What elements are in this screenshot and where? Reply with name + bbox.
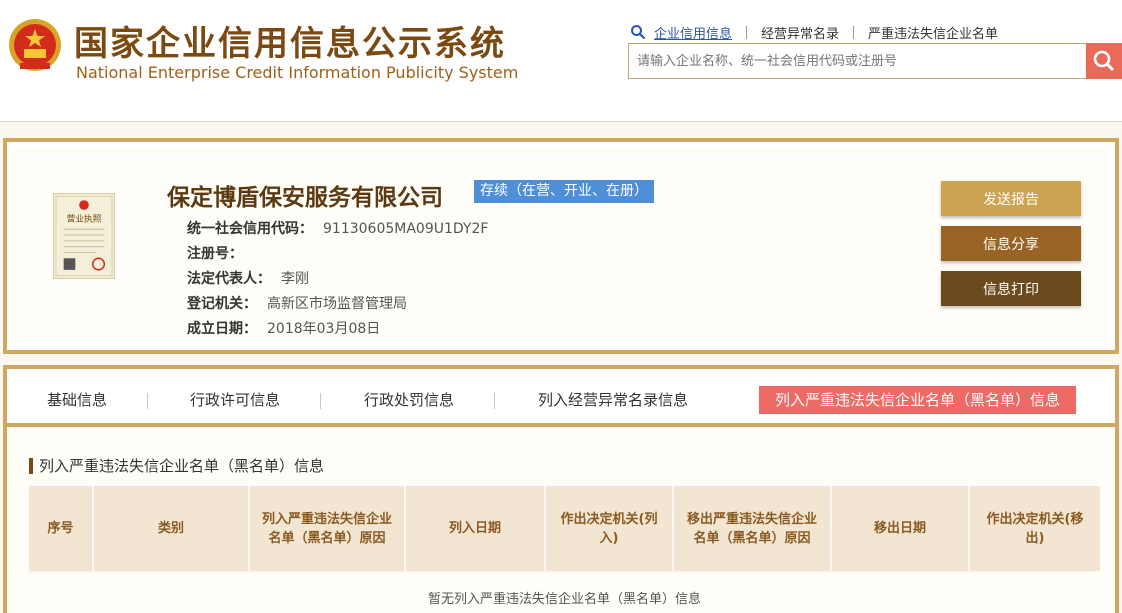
company-summary-body: 营业执照 保定博盾保安服务有限公司 存续（在营、开业、在册） 统一社会信用代码：… — [13, 148, 1109, 344]
national-emblem-icon — [9, 19, 61, 71]
blacklist-table: 序号 类别 列入严重违法失信企业名单（黑名单）原因 列入日期 作出决定机关(列入… — [29, 486, 1100, 613]
field-label: 成立日期： — [187, 321, 257, 337]
nav-link-credit-info[interactable]: 企业信用信息 — [654, 23, 746, 42]
site-title: 国家企业信用信息公示系统 — [74, 24, 506, 64]
col-header-index: 序号 — [29, 486, 94, 572]
search-icon — [1093, 50, 1115, 72]
field-label: 法定代表人： — [187, 271, 271, 287]
col-header-removed-reason: 移出严重违法失信企业名单（黑名单）原因 — [673, 486, 832, 572]
search-bar — [628, 43, 1122, 79]
tab-divider — [320, 393, 321, 409]
status-badge: 存续（在营、开业、在册） — [474, 180, 654, 203]
field-label: 注册号： — [187, 246, 243, 262]
site-subtitle: National Enterprise Credit Information P… — [76, 63, 519, 82]
info-row-registration-no: 注册号： — [187, 243, 253, 263]
top-nav: 企业信用信息 经营异常名录 严重违法失信企业名单 — [630, 23, 1012, 42]
section-title-text: 列入严重违法失信企业名单（黑名单）信息 — [39, 457, 325, 475]
share-info-button[interactable]: 信息分享 — [941, 226, 1081, 261]
tab-blacklist[interactable]: 列入严重违法失信企业名单（黑名单）信息 — [759, 386, 1077, 414]
license-title: 营业执照 — [67, 212, 102, 224]
business-license-thumbnail[interactable]: 营业执照 — [53, 193, 115, 279]
print-info-button[interactable]: 信息打印 — [941, 271, 1081, 306]
company-name: 保定博盾保安服务有限公司 — [167, 185, 443, 211]
field-label: 统一社会信用代码： — [187, 221, 313, 237]
nav-link-abnormal-list[interactable]: 经营异常名录 — [747, 23, 853, 42]
info-row-established: 成立日期： 2018年03月08日 — [187, 318, 380, 338]
info-row-credit-code: 统一社会信用代码： 91130605MA09U1DY2F — [187, 218, 488, 238]
search-input[interactable] — [628, 43, 1086, 79]
established-date-value: 2018年03月08日 — [267, 321, 381, 337]
search-icon — [631, 25, 646, 40]
site-header: 国家企业信用信息公示系统 National Enterprise Credit … — [0, 0, 1122, 122]
info-row-legal-rep: 法定代表人： 李刚 — [187, 268, 309, 288]
tab-admin-penalty[interactable]: 行政处罚信息 — [364, 386, 454, 414]
send-report-button[interactable]: 发送报告 — [941, 181, 1081, 216]
legal-rep-value: 李刚 — [281, 271, 309, 287]
tab-admin-license[interactable]: 行政许可信息 — [190, 386, 280, 414]
detail-panel: 基础信息 行政许可信息 行政处罚信息 列入经营异常名录信息 列入严重违法失信企业… — [3, 365, 1119, 613]
field-label: 登记机关： — [187, 296, 257, 312]
col-header-removed-authority: 作出决定机关(移出) — [969, 486, 1100, 572]
company-summary-panel: 营业执照 保定博盾保安服务有限公司 存续（在营、开业、在册） 统一社会信用代码：… — [3, 138, 1119, 354]
tab-divider — [147, 393, 148, 409]
table-header-row: 序号 类别 列入严重违法失信企业名单（黑名单）原因 列入日期 作出决定机关(列入… — [29, 486, 1100, 572]
col-header-listed-reason: 列入严重违法失信企业名单（黑名单）原因 — [249, 486, 406, 572]
nav-link-blacklist[interactable]: 严重违法失信企业名单 — [854, 23, 1012, 42]
section-title: 列入严重违法失信企业名单（黑名单）信息 — [29, 455, 324, 476]
tab-divider — [494, 393, 495, 409]
col-header-listed-authority: 作出决定机关(列入) — [545, 486, 674, 572]
table-row: 暂无列入严重违法失信企业名单（黑名单）信息 — [29, 571, 1100, 613]
authority-value: 高新区市场监督管理局 — [267, 296, 407, 312]
empty-message: 暂无列入严重违法失信企业名单（黑名单）信息 — [29, 571, 1100, 613]
tab-abnormal-list[interactable]: 列入经营异常名录信息 — [538, 386, 688, 414]
col-header-removed-date: 移出日期 — [831, 486, 970, 572]
info-row-authority: 登记机关： 高新区市场监督管理局 — [187, 293, 407, 313]
tab-basic-info[interactable]: 基础信息 — [47, 386, 107, 414]
credit-code-value: 91130605MA09U1DY2F — [323, 221, 489, 237]
col-header-listed-date: 列入日期 — [405, 486, 546, 572]
col-header-category: 类别 — [93, 486, 250, 572]
tab-bar: 基础信息 行政许可信息 行政处罚信息 列入经营异常名录信息 列入严重违法失信企业… — [7, 369, 1115, 427]
search-button[interactable] — [1086, 43, 1122, 79]
section-marker — [29, 457, 33, 474]
